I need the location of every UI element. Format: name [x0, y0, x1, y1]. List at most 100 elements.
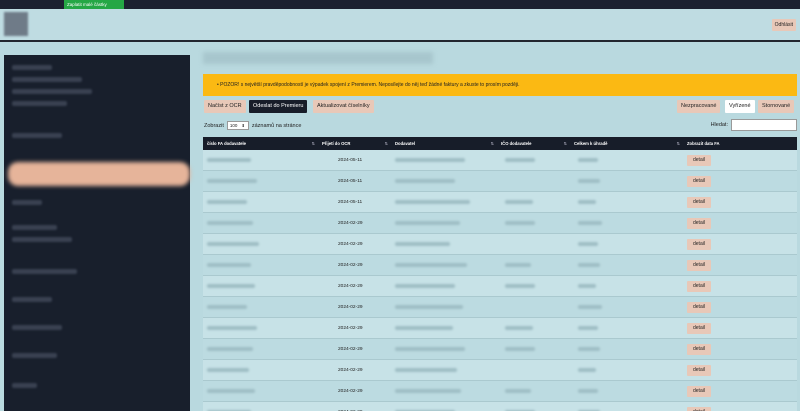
- sidebar-item[interactable]: [12, 225, 57, 230]
- detail-cell: detail: [683, 234, 797, 254]
- send-to-premier-button[interactable]: Odeslat do Premieru: [249, 100, 308, 113]
- total-cell: [570, 150, 683, 170]
- detail-button[interactable]: detail: [687, 385, 711, 397]
- detail-button[interactable]: detail: [687, 175, 711, 187]
- detail-cell: detail: [683, 171, 797, 191]
- invoice-number-cell: [203, 255, 318, 275]
- supplier-ico-cell: [497, 297, 570, 317]
- supplier-cell: [391, 255, 497, 275]
- detail-button[interactable]: detail: [687, 154, 711, 166]
- total-cell: [570, 171, 683, 191]
- table-header: číslo FA dodavatele ⇅ Přijetí do OCR ⇅ Dod…: [203, 137, 797, 150]
- sidebar-item[interactable]: [12, 353, 57, 358]
- detail-button[interactable]: detail: [687, 322, 711, 334]
- column-header[interactable]: Zobrazit data FA: [683, 137, 797, 150]
- total-cell: [570, 192, 683, 212]
- table-row: 2024-02-29 detail: [203, 213, 797, 234]
- header: Odhlásit: [0, 9, 800, 40]
- header-divider: [0, 40, 800, 42]
- ocr-date-cell: 2024-02-29: [318, 402, 391, 411]
- sidebar-item[interactable]: [12, 65, 52, 70]
- detail-cell: detail: [683, 381, 797, 401]
- tab-cancelled[interactable]: Stornované: [758, 100, 795, 113]
- table-row: 2024-02-29 detail: [203, 402, 797, 411]
- page-length-select[interactable]: 100 ⬍: [226, 121, 249, 130]
- sidebar: [4, 55, 190, 411]
- supplier-cell: [391, 339, 497, 359]
- sort-icon: ⇅: [490, 141, 494, 146]
- supplier-ico-cell: [497, 339, 570, 359]
- logout-button[interactable]: Odhlásit: [771, 19, 796, 31]
- detail-button[interactable]: detail: [687, 196, 711, 208]
- pay-small-amounts-badge[interactable]: Zaplatit malé částky: [64, 0, 124, 9]
- total-cell: [570, 234, 683, 254]
- tab-unprocessed[interactable]: Nezpracované: [677, 100, 721, 113]
- detail-button[interactable]: detail: [687, 217, 711, 229]
- invoice-number-cell: [203, 192, 318, 212]
- sort-icon: ⇅: [384, 141, 388, 146]
- total-cell: [570, 339, 683, 359]
- ocr-date-cell: 2024-02-29: [338, 388, 363, 394]
- invoice-table: číslo FA dodavatele ⇅ Přijetí do OCR ⇅ Dod…: [203, 137, 797, 411]
- ocr-date-cell: 2024-02-29: [338, 220, 363, 226]
- supplier-cell: [391, 171, 497, 191]
- detail-cell: detail: [683, 297, 797, 317]
- update-lists-button[interactable]: Aktualizovat číselníky: [313, 100, 374, 113]
- tab-done[interactable]: Vyřízené: [725, 100, 755, 113]
- column-header[interactable]: číslo FA dodavatele ⇅: [203, 137, 318, 150]
- sidebar-item[interactable]: [12, 101, 67, 106]
- table-row: 2024-02-29 detail: [203, 381, 797, 402]
- sort-icon: ⇅: [311, 141, 315, 146]
- table-row: 2024-02-29 detail: [203, 339, 797, 360]
- sidebar-item[interactable]: [12, 297, 52, 302]
- detail-button[interactable]: detail: [687, 280, 711, 292]
- sidebar-item[interactable]: [12, 77, 82, 82]
- load-from-ocr-button[interactable]: Načíst z OCR: [204, 100, 246, 113]
- length-suffix: záznamů na stránce: [251, 122, 302, 129]
- invoice-number-cell: [203, 150, 318, 170]
- sidebar-item[interactable]: [12, 383, 37, 388]
- ocr-date-cell: 2024-02-29: [338, 325, 363, 331]
- ocr-date-cell: 2024-02-29: [338, 304, 363, 310]
- sidebar-item[interactable]: [12, 89, 92, 94]
- ocr-date-cell: 2024-02-29: [338, 346, 363, 352]
- supplier-cell: [391, 192, 497, 212]
- sort-icon: ⇅: [676, 141, 680, 146]
- column-header[interactable]: Celkem k úhradě ⇅: [570, 137, 683, 150]
- search-input[interactable]: [731, 119, 797, 131]
- search-label: Hledat:: [710, 122, 728, 128]
- table-row: 2024-02-29 detail: [203, 234, 797, 255]
- table-row: 2024-02-29 detail: [203, 360, 797, 381]
- detail-cell: detail: [683, 213, 797, 233]
- sidebar-item-active[interactable]: [8, 162, 190, 186]
- detail-button[interactable]: detail: [687, 406, 711, 411]
- table-row: 2024-02-29 detail: [203, 318, 797, 339]
- detail-cell: detail: [683, 150, 797, 170]
- column-header[interactable]: IČO dodavatele ⇅: [497, 137, 570, 150]
- detail-button[interactable]: detail: [687, 238, 711, 250]
- supplier-ico-cell: [497, 276, 570, 296]
- sidebar-item[interactable]: [12, 269, 77, 274]
- supplier-cell: [391, 297, 497, 317]
- sidebar-item[interactable]: [12, 133, 62, 138]
- detail-button[interactable]: detail: [687, 343, 711, 355]
- detail-button[interactable]: detail: [687, 259, 711, 271]
- detail-cell: detail: [683, 255, 797, 275]
- sidebar-item[interactable]: [12, 200, 42, 205]
- detail-button[interactable]: detail: [687, 301, 711, 313]
- detail-cell: detail: [683, 360, 797, 380]
- table-row: 2024-05-11 detail: [203, 192, 797, 213]
- detail-cell: detail: [683, 276, 797, 296]
- detail-button[interactable]: detail: [687, 364, 711, 376]
- invoice-number-cell: [203, 171, 318, 191]
- invoice-number-cell: [203, 381, 318, 401]
- table-row: 2024-05-11 detail: [203, 171, 797, 192]
- top-bar: Zaplatit malé částky: [0, 0, 800, 9]
- column-header[interactable]: Dodavatel ⇅: [391, 137, 497, 150]
- column-header[interactable]: Přijetí do OCR ⇅: [318, 137, 391, 150]
- supplier-cell: [391, 381, 497, 401]
- invoice-number-cell: [203, 360, 318, 380]
- sidebar-item[interactable]: [12, 325, 62, 330]
- invoice-number-cell: [203, 213, 318, 233]
- sidebar-item[interactable]: [12, 237, 72, 242]
